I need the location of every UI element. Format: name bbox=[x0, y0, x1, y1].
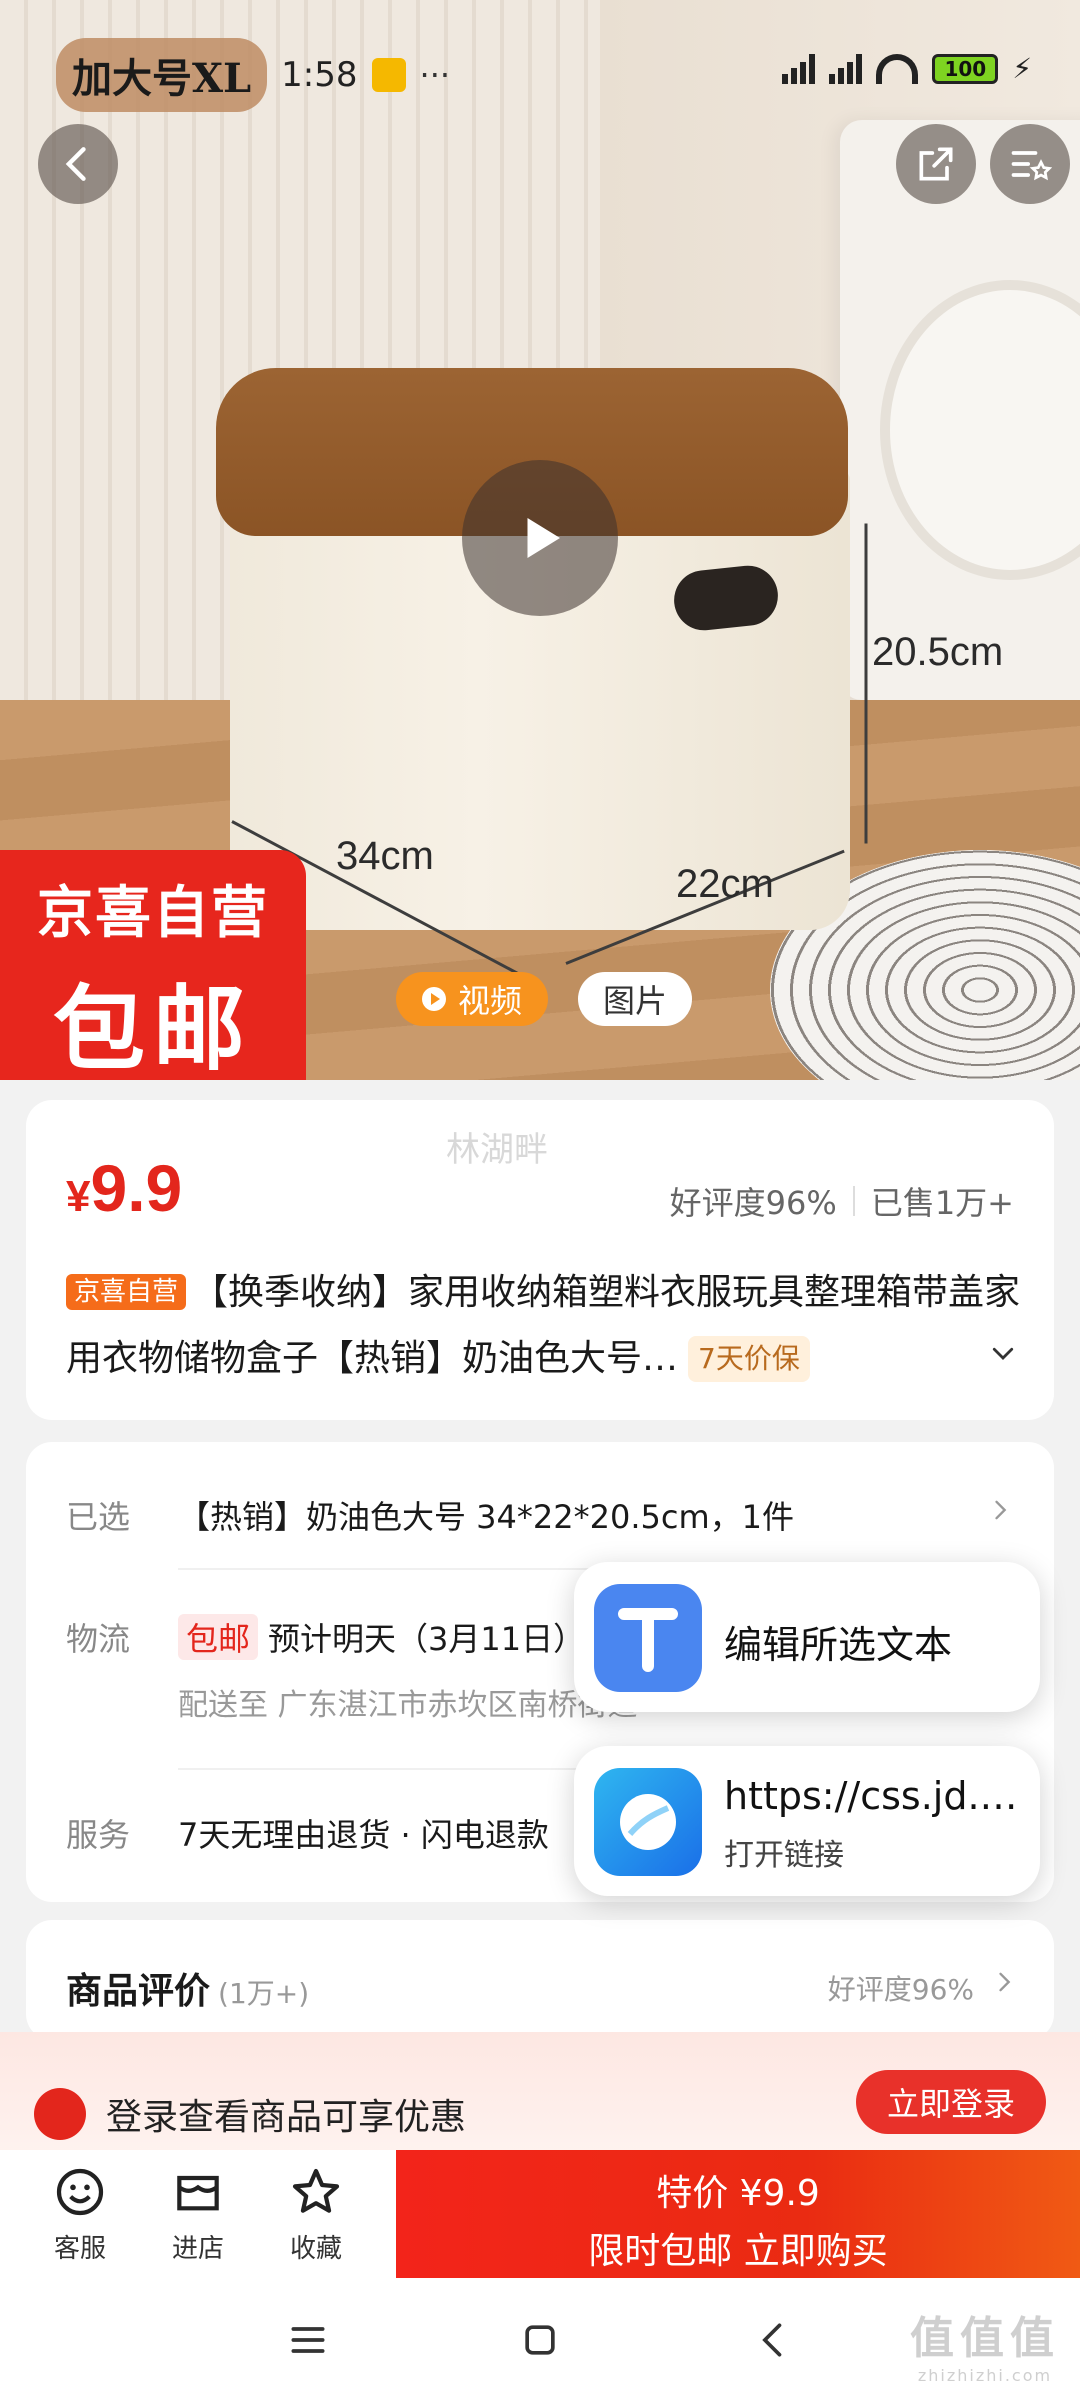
product-price: ¥9.9 bbox=[66, 1150, 182, 1226]
bottom-action-bar: 客服 进店 收藏 特价 ¥9.9 限时包邮 立即购买 bbox=[0, 2150, 1080, 2278]
store-icon bbox=[177, 2175, 219, 2211]
customer-service-button[interactable]: 客服 bbox=[40, 2164, 120, 2265]
browser-icon bbox=[594, 1768, 702, 1876]
login-button[interactable]: 立即登录 bbox=[856, 2070, 1046, 2134]
charging-icon: ⚡ bbox=[1012, 52, 1032, 85]
status-bar-right: 100 ⚡ bbox=[782, 52, 1032, 85]
review-title: 商品评价 (1万+) bbox=[66, 1962, 309, 2014]
dimension-line-height bbox=[864, 523, 868, 844]
chevron-right-icon bbox=[995, 1500, 1007, 1520]
battery-icon: 100 bbox=[932, 53, 999, 84]
system-nav-bar: 值值值 zhizhizhi.com bbox=[0, 2278, 1080, 2400]
site-watermark-url: zhizhizhi.com bbox=[917, 2366, 1053, 2385]
tab-video-label: 视频 bbox=[458, 982, 523, 1020]
status-bar-left: 加大号XL 1:58 ··· bbox=[56, 38, 450, 112]
user-watermark: 林湖畔 bbox=[446, 1130, 548, 1170]
jingxi-tag: 京喜自营 bbox=[66, 1274, 187, 1310]
floating-app-chip[interactable]: 加大号XL bbox=[56, 38, 268, 112]
rating-percent: 好评度96% bbox=[669, 1184, 837, 1222]
tab-image-label: 图片 bbox=[603, 982, 668, 1020]
logistics-value-wrap: 包邮 预计明天（3月11日） bbox=[178, 1614, 585, 1660]
tab-video[interactable]: 视频 bbox=[396, 972, 549, 1026]
edit-text-label: 编辑所选文本 bbox=[724, 1623, 953, 1667]
selected-label: 已选 bbox=[66, 1498, 131, 1536]
signal-icon bbox=[782, 53, 816, 84]
more-notifications-icon: ··· bbox=[419, 56, 451, 94]
site-watermark-logo: 值值值 bbox=[910, 2313, 1060, 2364]
product-title-text: 【换季收纳】家用收纳箱塑料衣服玩具整理箱带盖家用衣物储物盒子【热销】奶油色大号… bbox=[66, 1272, 1021, 1379]
back-nav-icon[interactable] bbox=[752, 2318, 796, 2362]
jingxi-free-shipping-badge: 京喜自营 包邮 bbox=[0, 850, 306, 1080]
rating-sold-line: 好评度96% 已售1万+ bbox=[670, 1178, 1014, 1224]
review-card[interactable]: 商品评价 (1万+) 好评度96% bbox=[26, 1920, 1054, 2040]
notification-icon bbox=[371, 58, 406, 92]
play-video-button[interactable] bbox=[462, 460, 618, 616]
media-tabs: 视频 图片 bbox=[396, 972, 693, 1026]
more-menu-button[interactable] bbox=[990, 124, 1070, 204]
dimension-length-label: 34cm bbox=[336, 834, 434, 878]
jd-logo-icon bbox=[34, 2088, 86, 2140]
review-count: (1万+) bbox=[218, 1977, 310, 2010]
recent-apps-icon[interactable] bbox=[286, 2318, 330, 2362]
dimension-width-label: 22cm bbox=[676, 862, 774, 906]
share-button[interactable] bbox=[896, 124, 976, 204]
share-icon bbox=[919, 147, 953, 181]
text-edit-icon bbox=[594, 1584, 702, 1692]
wifi-icon bbox=[876, 53, 919, 84]
open-link-popup[interactable]: https://css.jd.com 打开链接 bbox=[574, 1746, 1040, 1896]
favorite-label: 收藏 bbox=[289, 2234, 342, 2264]
menu-star-icon bbox=[1011, 151, 1052, 181]
favorite-button[interactable]: 收藏 bbox=[276, 2164, 356, 2265]
logistics-label: 物流 bbox=[66, 1620, 131, 1658]
play-small-icon bbox=[422, 987, 446, 1011]
link-url: https://css.jd.com bbox=[724, 1774, 1024, 1818]
logistics-value: 预计明天（3月11日） bbox=[268, 1620, 586, 1658]
service-value: 7天无理由退货 · 闪电退款 bbox=[178, 1816, 549, 1854]
selected-variant-row[interactable]: 已选 【热销】奶油色大号 34*22*20.5cm，1件 bbox=[66, 1492, 1014, 1536]
price-currency: ¥ bbox=[66, 1172, 91, 1221]
play-icon bbox=[527, 518, 560, 558]
product-title[interactable]: 京喜自营 【换季收纳】家用收纳箱塑料衣服玩具整理箱带盖家用衣物储物盒子【热销】奶油… bbox=[66, 1260, 1026, 1392]
open-link-label: 打开链接 bbox=[724, 1838, 844, 1873]
service-label: 客服 bbox=[53, 2234, 106, 2264]
store-button[interactable]: 进店 bbox=[158, 2164, 238, 2265]
service-label: 服务 bbox=[66, 1816, 131, 1854]
selected-value: 【热销】奶油色大号 34*22*20.5cm，1件 bbox=[178, 1498, 794, 1536]
sold-count: 已售1万+ bbox=[870, 1184, 1014, 1222]
site-watermark: 值值值 zhizhizhi.com bbox=[910, 2302, 1060, 2385]
status-time: 1:58 bbox=[281, 55, 358, 95]
delivery-address: 配送至 广东湛江市赤坎区南桥街道 bbox=[178, 1688, 638, 1723]
buy-now-button[interactable]: 特价 ¥9.9 限时包邮 立即购买 bbox=[396, 2150, 1080, 2278]
dimension-height-label: 20.5cm bbox=[872, 630, 1004, 674]
review-rating: 好评度96% bbox=[827, 1973, 974, 2006]
free-shipping-tag: 包邮 bbox=[178, 1614, 259, 1660]
buy-price-line: 特价 ¥9.9 bbox=[656, 2173, 820, 2214]
back-button[interactable] bbox=[38, 124, 118, 204]
smile-icon bbox=[56, 2168, 104, 2216]
chevron-right-icon bbox=[999, 1972, 1011, 1992]
separator bbox=[852, 1186, 855, 1216]
tab-image[interactable]: 图片 bbox=[578, 972, 693, 1026]
edit-selected-text-popup[interactable]: 编辑所选文本 bbox=[574, 1562, 1040, 1712]
star-icon bbox=[292, 2168, 340, 2213]
store-label: 进店 bbox=[171, 2234, 224, 2264]
signal-hd-icon bbox=[829, 53, 863, 84]
home-icon[interactable] bbox=[518, 2318, 562, 2362]
chevron-down-icon[interactable] bbox=[988, 1338, 1018, 1368]
buy-action-line: 限时包邮 立即购买 bbox=[588, 2231, 888, 2272]
badge-line2: 包邮 bbox=[52, 976, 253, 1080]
price-protect-tag: 7天价保 bbox=[688, 1336, 810, 1382]
badge-line1: 京喜自营 bbox=[37, 881, 269, 946]
hero-washing-machine bbox=[840, 120, 1080, 700]
review-title-text: 商品评价 bbox=[66, 1971, 211, 2012]
price-card: 林湖畔 ¥9.9 好评度96% 已售1万+ 京喜自营 【换季收纳】家用收纳箱塑料衣… bbox=[26, 1100, 1054, 1420]
login-banner-text: 登录查看商品可享优惠 bbox=[106, 2097, 467, 2138]
price-value: 9.9 bbox=[90, 1151, 183, 1225]
chevron-left-icon bbox=[65, 147, 86, 181]
